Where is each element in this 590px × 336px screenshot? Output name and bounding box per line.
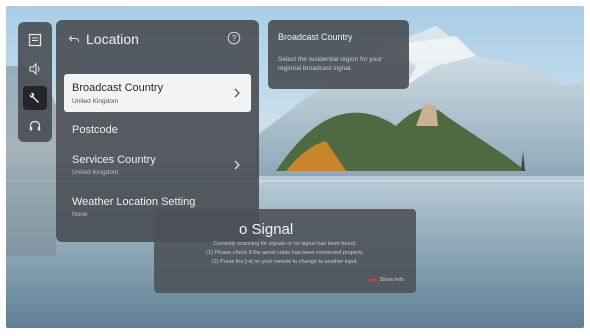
back-arrow-icon[interactable]: [68, 33, 80, 45]
menu-item-value: None: [72, 211, 88, 218]
show-info-button[interactable]: Show Info: [368, 277, 404, 283]
support-headset-icon: [29, 120, 41, 131]
no-signal-hint-2: (2) Press the [⇥] on your remote to chan…: [211, 259, 359, 265]
no-signal-title: o Signal: [239, 221, 294, 238]
tooltip-title: Broadcast Country: [278, 32, 353, 42]
red-key-icon: [368, 279, 377, 281]
general-settings-button[interactable]: [23, 86, 47, 110]
chevron-right-icon: [234, 160, 240, 170]
no-signal-dialog: o Signal Currently scanning for signals …: [154, 209, 416, 293]
menu-item-value: United Kingdom: [72, 169, 119, 176]
menu-item-label: Services Country: [72, 154, 156, 166]
general-wrench-icon: [29, 92, 39, 103]
chevron-right-icon: [234, 88, 240, 98]
panel-title: Location: [86, 31, 139, 47]
menu-item-label: Postcode: [72, 124, 118, 136]
tooltip-text: Select the residential region for your r…: [278, 56, 383, 72]
sound-settings-button[interactable]: [23, 57, 47, 81]
help-icon[interactable]: ?: [227, 31, 241, 45]
no-signal-hint-1: (1) Please check if the aerial cable has…: [206, 250, 364, 256]
panel-header: Location ?: [56, 20, 259, 60]
menu-item-value: United Kingdom: [72, 98, 119, 105]
menu-item-postcode[interactable]: Postcode: [64, 116, 251, 146]
no-signal-message: Currently scanning for signals or no sig…: [213, 241, 357, 247]
show-info-label: Show Info: [379, 277, 404, 283]
svg-text:?: ?: [232, 34, 237, 43]
tv-screen: Location ? Broadcast Country United King…: [6, 6, 584, 328]
menu-item-broadcast-country[interactable]: Broadcast Country United Kingdom: [64, 74, 251, 112]
picture-settings-button[interactable]: [23, 28, 47, 52]
menu-item-label: Weather Location Setting: [72, 196, 196, 208]
menu-item-label: Broadcast Country: [72, 82, 164, 94]
help-tooltip: Broadcast Country Select the residential…: [268, 20, 409, 89]
picture-icon: [28, 33, 42, 47]
menu-item-services-country[interactable]: Services Country United Kingdom: [64, 148, 251, 182]
settings-category-rail: [18, 22, 52, 142]
support-settings-button[interactable]: [23, 114, 47, 138]
sound-icon: [29, 62, 40, 76]
